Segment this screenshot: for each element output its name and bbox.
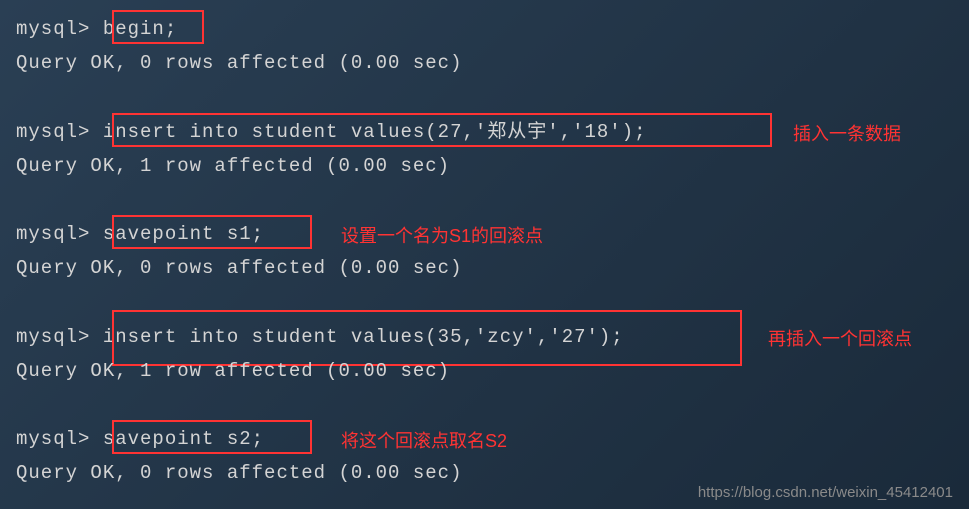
prompt: mysql>	[16, 428, 90, 450]
blank-line	[16, 286, 953, 320]
annotation-insert1: 插入一条数据	[793, 120, 901, 146]
terminal-line: mysql> begin;	[16, 12, 953, 46]
cmd-savepoint1: savepoint s1;	[103, 223, 264, 245]
annotation-savepoint1: 设置一个名为S1的回滚点	[341, 222, 543, 248]
terminal-output: Query OK, 1 row affected (0.00 sec)	[16, 149, 953, 183]
annotation-savepoint2: 将这个回滚点取名S2	[341, 427, 507, 453]
terminal-output: Query OK, 0 rows affected (0.00 sec)	[16, 251, 953, 285]
terminal-output: Query OK, 0 rows affected (0.00 sec)	[16, 46, 953, 80]
blank-line	[16, 80, 953, 114]
watermark: https://blog.csdn.net/weixin_45412401	[698, 484, 953, 501]
cmd-insert2: insert into student values(35,'zcy','27'…	[103, 326, 624, 348]
prompt: mysql>	[16, 18, 90, 40]
prompt: mysql>	[16, 121, 90, 143]
annotation-insert2: 再插入一个回滚点	[768, 325, 912, 351]
cmd-insert1: insert into student values(27,'郑从宇','18'…	[103, 121, 647, 143]
cmd-begin: begin;	[103, 18, 177, 40]
blank-line	[16, 183, 953, 217]
prompt: mysql>	[16, 223, 90, 245]
terminal-output: Query OK, 1 row affected (0.00 sec)	[16, 354, 953, 388]
cmd-savepoint2: savepoint s2;	[103, 428, 264, 450]
blank-line	[16, 388, 953, 422]
prompt: mysql>	[16, 326, 90, 348]
